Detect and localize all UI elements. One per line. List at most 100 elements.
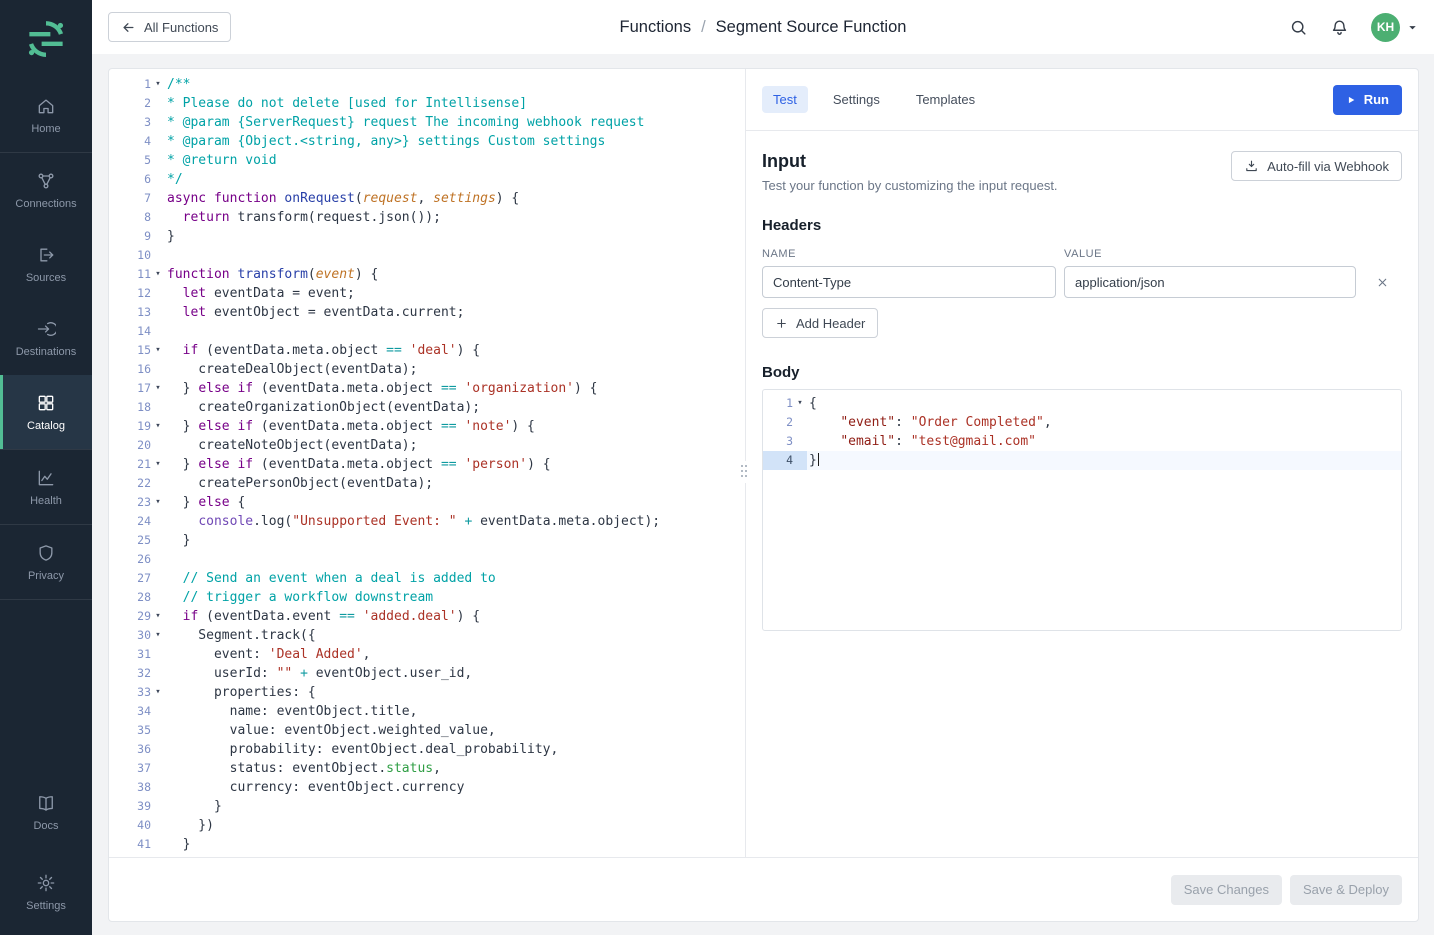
body-editor[interactable]: 1▾{2 "event": "Order Completed",3 "email… <box>762 389 1402 631</box>
fold-caret-icon[interactable]: ▾ <box>151 455 165 474</box>
sources-icon <box>36 245 56 265</box>
fold-caret-icon[interactable]: ▾ <box>151 626 165 645</box>
code-line[interactable]: 24 console.log("Unsupported Event: " + e… <box>109 512 745 531</box>
tab-settings[interactable]: Settings <box>822 86 891 113</box>
all-functions-button[interactable]: All Functions <box>108 12 231 42</box>
fold-caret-icon[interactable]: ▾ <box>151 683 165 702</box>
autofill-webhook-button[interactable]: Auto-fill via Webhook <box>1231 151 1402 181</box>
tab-templates[interactable]: Templates <box>905 86 986 113</box>
code-text: // Send an event when a deal is added to <box>165 569 496 588</box>
code-line[interactable]: 25 } <box>109 531 745 550</box>
code-token: 'Deal Added' <box>269 647 363 662</box>
code-line[interactable]: 4} <box>763 451 1401 470</box>
code-line[interactable]: 9} <box>109 227 745 246</box>
code-line[interactable]: 29▾ if (eventData.event == 'added.deal')… <box>109 607 745 626</box>
code-line[interactable]: 3* @param {ServerRequest} request The in… <box>109 113 745 132</box>
header-value-input[interactable] <box>1064 266 1356 298</box>
fold-caret-icon[interactable]: ▾ <box>151 493 165 512</box>
segment-logo[interactable] <box>0 0 92 78</box>
code-line[interactable]: 14 <box>109 322 745 341</box>
fold-caret-icon[interactable]: ▾ <box>151 265 165 284</box>
code-line[interactable]: 33▾ properties: { <box>109 683 745 702</box>
code-line[interactable]: 40 }) <box>109 816 745 835</box>
fold-caret-icon[interactable]: ▾ <box>151 417 165 436</box>
sidebar-item-privacy[interactable]: Privacy <box>0 525 92 599</box>
sidebar-item-home[interactable]: Home <box>0 78 92 152</box>
code-line[interactable]: 8 return transform(request.json()); <box>109 208 745 227</box>
code-token: request <box>363 191 418 206</box>
code-line[interactable]: 3 "email": "test@gmail.com" <box>763 432 1401 451</box>
code-line[interactable]: 2 "event": "Order Completed", <box>763 413 1401 432</box>
account-menu[interactable]: KH <box>1371 13 1418 42</box>
code-line[interactable]: 27 // Send an event when a deal is added… <box>109 569 745 588</box>
code-line[interactable]: 23▾ } else { <box>109 493 745 512</box>
code-line[interactable]: 17▾ } else if (eventData.meta.object == … <box>109 379 745 398</box>
code-line[interactable]: 22 createPersonObject(eventData); <box>109 474 745 493</box>
sidebar-item-docs[interactable]: Docs <box>0 775 92 849</box>
fold-caret-icon[interactable]: ▾ <box>151 607 165 626</box>
code-line[interactable]: 1▾/** <box>109 75 745 94</box>
code-line[interactable]: 34 name: eventObject.title, <box>109 702 745 721</box>
code-line[interactable]: 5* @return void <box>109 151 745 170</box>
code-line[interactable]: 28 // trigger a workflow downstream <box>109 588 745 607</box>
code-line[interactable]: 26 <box>109 550 745 569</box>
fold-caret-icon[interactable]: ▾ <box>793 394 807 413</box>
sidebar-item-sources[interactable]: Sources <box>0 227 92 301</box>
code-line[interactable]: 37 status: eventObject.status, <box>109 759 745 778</box>
fold-caret-icon[interactable]: ▾ <box>151 75 165 94</box>
code-line[interactable]: 2* Please do not delete [used for Intell… <box>109 94 745 113</box>
code-line[interactable]: 1▾{ <box>763 394 1401 413</box>
code-line[interactable]: 15▾ if (eventData.meta.object == 'deal')… <box>109 341 745 360</box>
code-line[interactable]: 19▾ } else if (eventData.meta.object == … <box>109 417 745 436</box>
remove-header-button[interactable] <box>1376 276 1389 289</box>
sidebar-item-catalog[interactable]: Catalog <box>0 375 92 449</box>
save-changes-button[interactable]: Save Changes <box>1171 875 1282 905</box>
breadcrumb-functions[interactable]: Functions <box>620 18 692 37</box>
code-line[interactable]: 16 createDealObject(eventData); <box>109 360 745 379</box>
search-button[interactable] <box>1289 18 1308 37</box>
code-line[interactable]: 11▾function transform(event) { <box>109 265 745 284</box>
code-line[interactable]: 20 createNoteObject(eventData); <box>109 436 745 455</box>
code-line[interactable]: 41 } <box>109 835 745 854</box>
code-line[interactable]: 7async function onRequest(request, setti… <box>109 189 745 208</box>
header-row <box>762 266 1402 298</box>
sidebar-item-connections[interactable]: Connections <box>0 153 92 227</box>
line-number: 1 <box>109 75 151 94</box>
code-line[interactable]: 13 let eventObject = eventData.current; <box>109 303 745 322</box>
sidebar-item-destinations[interactable]: Destinations <box>0 301 92 375</box>
code-line[interactable]: 31 event: 'Deal Added', <box>109 645 745 664</box>
code-line[interactable]: 35 value: eventObject.weighted_value, <box>109 721 745 740</box>
main-area: All Functions Functions / Segment Source… <box>92 0 1434 935</box>
fold-caret-icon[interactable]: ▾ <box>151 341 165 360</box>
code-text: } <box>807 451 819 470</box>
code-line[interactable]: 42} <box>109 854 745 857</box>
code-text: // trigger a workflow downstream <box>165 588 433 607</box>
code-token: } <box>167 495 198 510</box>
code-line[interactable]: 36 probability: eventObject.deal_probabi… <box>109 740 745 759</box>
save-deploy-button[interactable]: Save & Deploy <box>1290 875 1402 905</box>
notifications-button[interactable] <box>1330 18 1349 37</box>
code-token: settings <box>433 191 496 206</box>
sidebar-item-settings[interactable]: Settings <box>0 855 92 929</box>
code-line[interactable]: 39 } <box>109 797 745 816</box>
line-gutter: 8 <box>109 208 165 227</box>
fold-spacer <box>793 413 807 432</box>
code-line[interactable]: 38 currency: eventObject.currency <box>109 778 745 797</box>
header-name-input[interactable] <box>762 266 1056 298</box>
code-editor[interactable]: 1▾/**2* Please do not delete [used for I… <box>109 69 745 857</box>
code-line[interactable]: 21▾ } else if (eventData.meta.object == … <box>109 455 745 474</box>
code-line[interactable]: 32 userId: "" + eventObject.user_id, <box>109 664 745 683</box>
code-line[interactable]: 30▾ Segment.track({ <box>109 626 745 645</box>
code-line[interactable]: 10 <box>109 246 745 265</box>
fold-caret-icon[interactable]: ▾ <box>151 379 165 398</box>
code-token: eventData = event; <box>206 286 355 301</box>
run-button[interactable]: Run <box>1333 85 1402 115</box>
sidebar-item-health[interactable]: Health <box>0 450 92 524</box>
pane-resize-handle[interactable] <box>738 461 752 483</box>
code-line[interactable]: 12 let eventData = event; <box>109 284 745 303</box>
add-header-button[interactable]: Add Header <box>762 308 878 338</box>
code-line[interactable]: 18 createOrganizationObject(eventData); <box>109 398 745 417</box>
tab-test[interactable]: Test <box>762 86 808 113</box>
code-line[interactable]: 6*/ <box>109 170 745 189</box>
code-line[interactable]: 4* @param {Object.<string, any>} setting… <box>109 132 745 151</box>
